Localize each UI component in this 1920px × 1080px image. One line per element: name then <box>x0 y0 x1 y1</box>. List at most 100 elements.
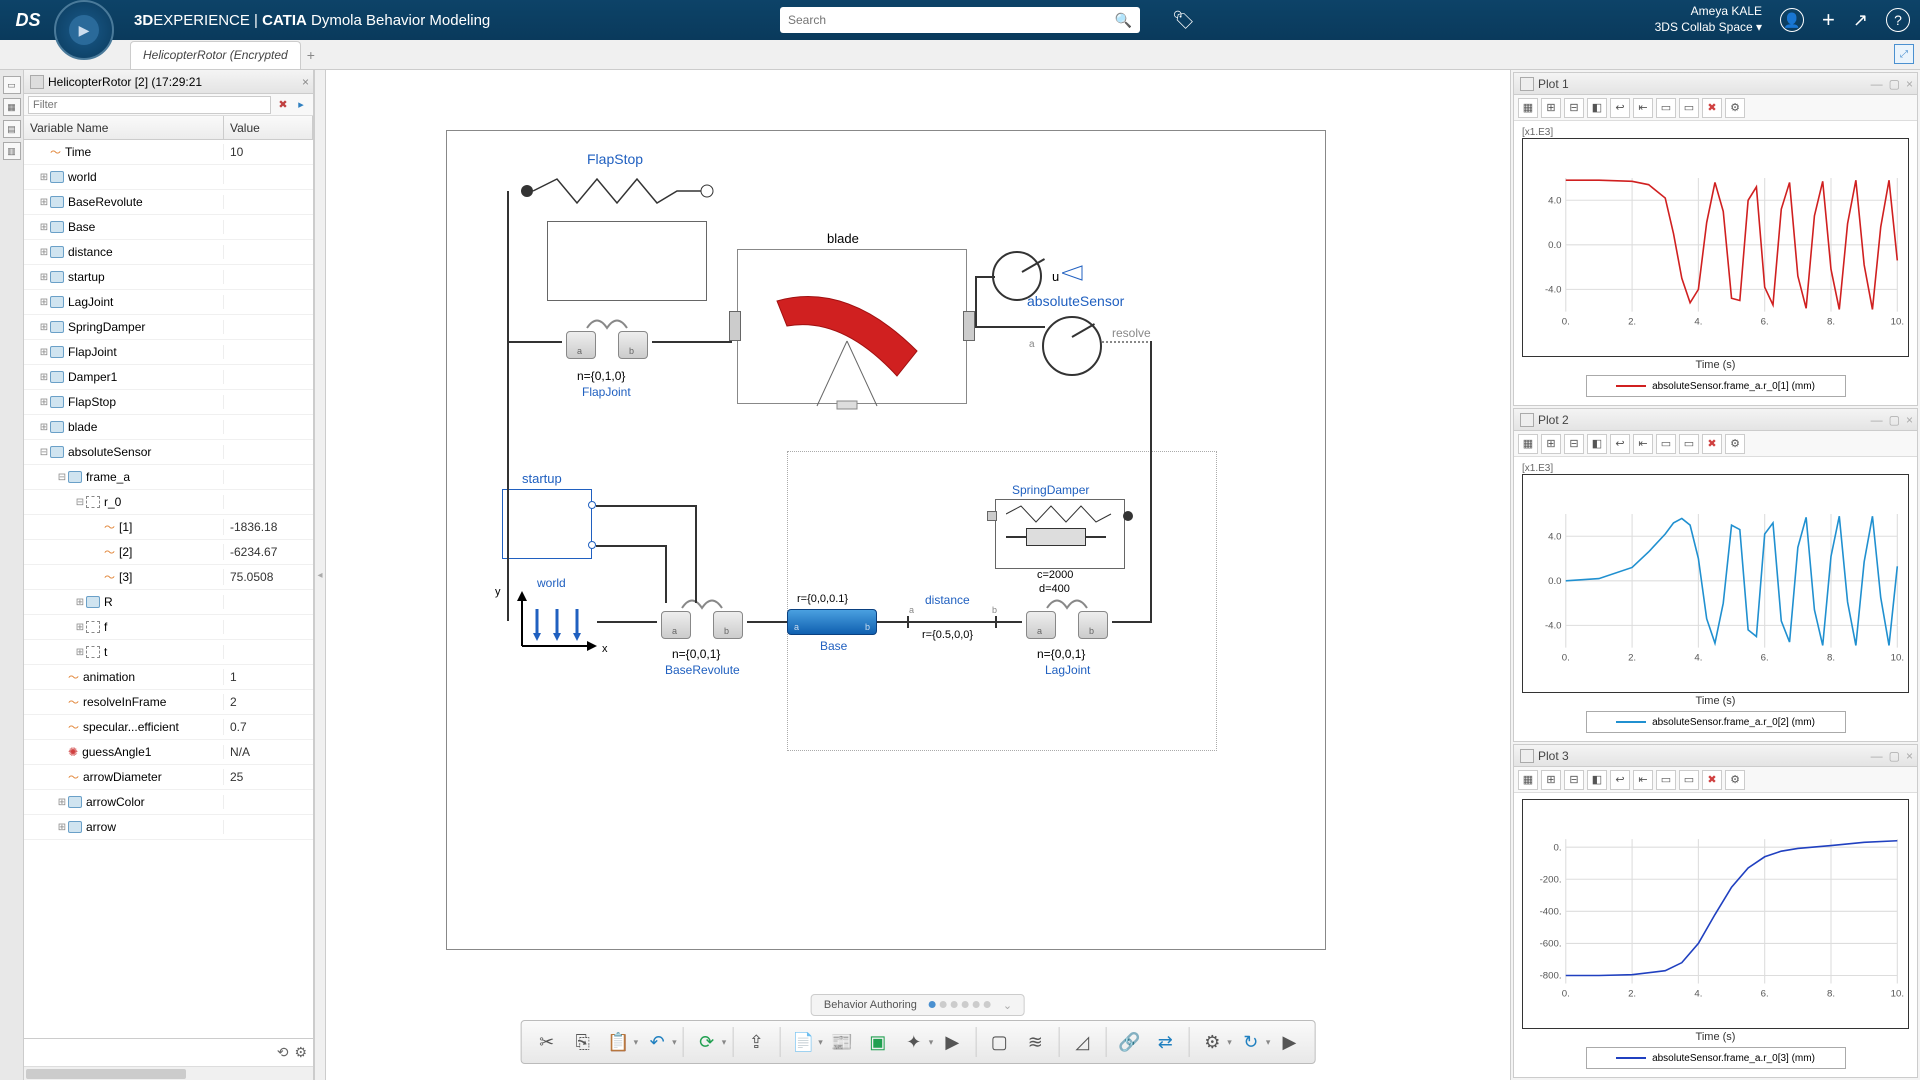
springdamper-block[interactable] <box>995 499 1125 569</box>
minimize-icon[interactable]: — <box>1871 77 1883 91</box>
plot-tool-9[interactable]: ⚙ <box>1725 770 1745 790</box>
rail-btn-2[interactable]: ▦ <box>3 98 21 116</box>
plot-tool-6[interactable]: ▭ <box>1656 98 1676 118</box>
play-button[interactable]: ▶ <box>935 1025 969 1059</box>
plot-body[interactable]: [x1.E3]4.00.0-4.00.2.4.6.8.10.Time (s)ab… <box>1514 121 1917 405</box>
animate-button[interactable]: ✦ <box>897 1025 931 1059</box>
plot-body[interactable]: [x1.E3]4.00.0-4.00.2.4.6.8.10.Time (s)ab… <box>1514 457 1917 741</box>
lagjoint-block[interactable]: a b <box>1022 601 1112 641</box>
tree-row[interactable]: 〜[3]75.0508 <box>24 565 313 590</box>
plot-chart[interactable]: 4.00.0-4.00.2.4.6.8.10. <box>1522 474 1909 693</box>
tree-row[interactable]: ⊞SpringDamper <box>24 315 313 340</box>
variable-browser-header[interactable]: HelicopterRotor [2] (17:29:21 × <box>24 70 313 94</box>
add-icon[interactable]: + <box>1822 7 1835 33</box>
plot-tool-5[interactable]: ⇤ <box>1633 98 1653 118</box>
mode-expand-icon[interactable]: ⌄ <box>1003 999 1012 1012</box>
tree-row[interactable]: ⊞world <box>24 165 313 190</box>
copy-button[interactable]: ⎘ <box>566 1025 600 1059</box>
measure-button[interactable]: ◿ <box>1065 1025 1099 1059</box>
footer-icon-2[interactable]: ⚙ <box>294 1044 307 1061</box>
horizontal-scrollbar[interactable] <box>24 1066 313 1080</box>
tree-row[interactable]: ⊟absoluteSensor <box>24 440 313 465</box>
tree-row[interactable]: ⊞FlapStop <box>24 390 313 415</box>
add-tab-button[interactable]: + <box>307 47 315 63</box>
search-input[interactable] <box>788 13 1115 27</box>
variable-tree[interactable]: 〜Time10⊞world⊞BaseRevolute⊞Base⊞distance… <box>24 140 313 1038</box>
close-icon[interactable]: × <box>1906 77 1913 91</box>
distance-block[interactable] <box>907 616 997 628</box>
tree-row[interactable]: 〜arrowDiameter25 <box>24 765 313 790</box>
tree-row[interactable]: ⊞distance <box>24 240 313 265</box>
tree-row[interactable]: ⊞Damper1 <box>24 365 313 390</box>
paste-button[interactable]: 📋 <box>602 1025 636 1059</box>
tree-row[interactable]: 〜resolveInFrame2 <box>24 690 313 715</box>
mode-dots[interactable] <box>927 999 993 1011</box>
plot-tool-5[interactable]: ⇤ <box>1633 434 1653 454</box>
help-icon[interactable]: ? <box>1886 8 1910 32</box>
compass-widget[interactable]: ▶ <box>54 0 114 60</box>
col-value[interactable]: Value <box>224 116 313 139</box>
plot-tool-1[interactable]: ⊞ <box>1541 770 1561 790</box>
tag-icon[interactable]: 🏷 <box>1172 10 1195 31</box>
col-variable-name[interactable]: Variable Name <box>24 116 224 139</box>
next-button[interactable]: ▶ <box>1272 1025 1306 1059</box>
tab-helicopterrotor[interactable]: HelicopterRotor (Encrypted <box>130 41 301 69</box>
plot-chart[interactable]: 4.00.0-4.00.2.4.6.8.10. <box>1522 138 1909 357</box>
plot-tool-6[interactable]: ▭ <box>1656 434 1676 454</box>
plot-tool-7[interactable]: ▭ <box>1679 98 1699 118</box>
diagram-canvas[interactable]: FlapStop Damper1 d=50 a b <box>326 70 1510 1080</box>
plot-tool-8[interactable]: ✖ <box>1702 434 1722 454</box>
flapjoint-block[interactable]: a b <box>562 321 652 361</box>
filter-clear-icon[interactable]: ✖ <box>275 97 291 113</box>
plot-tool-9[interactable]: ⚙ <box>1725 434 1745 454</box>
collapse-panels-button[interactable]: ⤢ <box>1894 44 1914 64</box>
tree-row[interactable]: ⊟r_0 <box>24 490 313 515</box>
share-icon[interactable]: ↗ <box>1853 10 1868 31</box>
tree-row[interactable]: 〜Time10 <box>24 140 313 165</box>
plot-body[interactable]: 0.-200.-400.-600.-800.0.2.4.6.8.10.Time … <box>1514 793 1917 1077</box>
plot-tool-8[interactable]: ✖ <box>1702 98 1722 118</box>
minimize-icon[interactable]: — <box>1871 749 1883 763</box>
maximize-icon[interactable]: ▢ <box>1889 77 1900 91</box>
link-button[interactable]: 🔗 <box>1112 1025 1146 1059</box>
layers-button[interactable]: ≋ <box>1018 1025 1052 1059</box>
maximize-icon[interactable]: ▢ <box>1889 413 1900 427</box>
plot-tool-0[interactable]: ▦ <box>1518 770 1538 790</box>
close-icon[interactable]: × <box>1906 413 1913 427</box>
minimize-icon[interactable]: — <box>1871 413 1883 427</box>
cut-button[interactable]: ✂ <box>530 1025 564 1059</box>
gauge-resolve[interactable] <box>1042 316 1102 376</box>
plot-tool-9[interactable]: ⚙ <box>1725 98 1745 118</box>
tree-row[interactable]: ⊞arrowColor <box>24 790 313 815</box>
plot-tool-2[interactable]: ⊟ <box>1564 770 1584 790</box>
check-button[interactable]: 📄 <box>786 1025 820 1059</box>
refresh-button[interactable]: ⟳ <box>690 1025 724 1059</box>
splitter-left[interactable]: ◂ <box>314 70 326 1080</box>
tree-row[interactable]: ⊞f <box>24 615 313 640</box>
rail-btn-3[interactable]: ▤ <box>3 120 21 138</box>
plot-tool-5[interactable]: ⇤ <box>1633 770 1653 790</box>
plot-tool-2[interactable]: ⊟ <box>1564 434 1584 454</box>
sync-button[interactable]: ⇄ <box>1148 1025 1182 1059</box>
tree-row[interactable]: ⊞R <box>24 590 313 615</box>
plot-tool-1[interactable]: ⊞ <box>1541 98 1561 118</box>
stop-button[interactable]: ▢ <box>982 1025 1016 1059</box>
tree-row[interactable]: ⊞t <box>24 640 313 665</box>
close-icon[interactable]: × <box>1906 749 1913 763</box>
search-icon[interactable]: 🔍 <box>1115 12 1132 29</box>
plot-tool-4[interactable]: ↩ <box>1610 434 1630 454</box>
plot-header[interactable]: Plot 1—▢× <box>1514 73 1917 95</box>
filter-input[interactable] <box>28 96 271 114</box>
translate-button[interactable]: 📰 <box>825 1025 859 1059</box>
base-block[interactable]: a b <box>787 609 877 635</box>
baserevolute-block[interactable]: a b <box>657 601 747 641</box>
export-button[interactable]: ⇪ <box>739 1025 773 1059</box>
tree-row[interactable]: ⊞LagJoint <box>24 290 313 315</box>
plot-tool-1[interactable]: ⊞ <box>1541 434 1561 454</box>
startup-block[interactable] <box>502 489 592 559</box>
plot-tool-7[interactable]: ▭ <box>1679 770 1699 790</box>
plot-chart[interactable]: 0.-200.-400.-600.-800.0.2.4.6.8.10. <box>1522 799 1909 1029</box>
profile-icon[interactable]: 👤 <box>1780 8 1804 32</box>
plot-tool-2[interactable]: ⊟ <box>1564 98 1584 118</box>
plot-tool-4[interactable]: ↩ <box>1610 770 1630 790</box>
